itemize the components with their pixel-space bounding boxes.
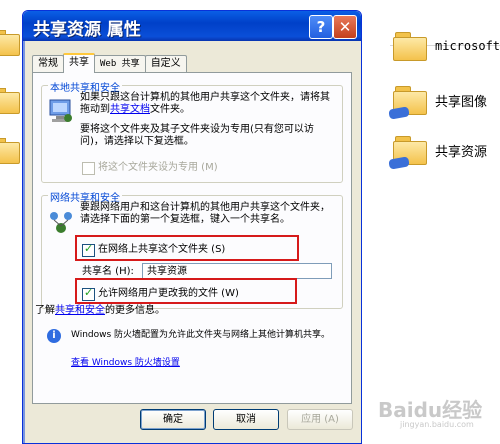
firewall-text: Windows 防火墙配置为允许此文件夹与网络上其他计算机共享。	[71, 330, 331, 340]
tab-sharing[interactable]: 共享	[63, 53, 95, 73]
share-name-input[interactable]: 共享资源	[142, 263, 332, 279]
folder-label: 共享图像	[435, 94, 488, 110]
firewall-settings-link[interactable]: 查看 Windows 防火墙设置	[71, 357, 180, 369]
tab-customize[interactable]: 自定义	[144, 55, 187, 72]
folder-item-microsoft[interactable]: microsoft	[393, 32, 500, 61]
watermark-url: jingyan.baidu.com	[400, 420, 474, 429]
ok-button[interactable]: 确定	[140, 409, 206, 430]
sharing-security-link[interactable]: 共享和安全	[55, 305, 105, 316]
properties-dialog: 共享资源 属性 ? ✕ 常规 共享 Web 共享 自定义 本地共享和安全 如果只…	[22, 10, 362, 444]
sharing-panel: 本地共享和安全 如果只跟这台计算机的其他用户共享这个文件夹，请将其拖动到共享文档…	[32, 72, 352, 404]
cancel-button[interactable]: 取消	[213, 409, 279, 430]
dialog-title: 共享资源 属性	[33, 20, 141, 40]
network-sharing-text: 要跟网络用户和这台计算机的其他用户共享这个文件夹，请选择下面的第一个复选框，键入…	[80, 202, 330, 225]
learn-more-text: 了解共享和安全的更多信息。	[35, 305, 165, 317]
private-instructions-text: 要将这个文件夹及其子文件夹设为专用(只有您可以访问)，请选择以下复选框。	[80, 124, 314, 147]
computer-users-icon	[49, 99, 72, 122]
close-button[interactable]: ✕	[333, 15, 357, 39]
text: 文件夹。	[150, 104, 190, 115]
network-users-icon	[50, 212, 72, 233]
text: 了解	[35, 305, 55, 316]
watermark: Baidu经验	[378, 398, 483, 422]
folder-label: microsoft	[435, 39, 500, 53]
local-sharing-text: 如果只跟这台计算机的其他用户共享这个文件夹，请将其拖动到共享文档文件夹。	[80, 92, 335, 116]
folder-icon[interactable]	[0, 30, 20, 56]
tab-bar: 常规 共享 Web 共享 自定义	[32, 53, 187, 73]
highlight-box	[75, 235, 299, 261]
folder-icon[interactable]	[0, 88, 20, 114]
shared-folder-icon	[388, 86, 427, 120]
shared-documents-link[interactable]: 共享文档	[110, 104, 150, 115]
help-button[interactable]: ?	[309, 15, 333, 39]
share-name-label: 共享名 (H):	[82, 266, 134, 277]
folder-item-shared-resources[interactable]: 共享资源	[388, 136, 488, 170]
tab-general[interactable]: 常规	[32, 55, 64, 72]
folder-item-shared-images[interactable]: 共享图像	[388, 86, 488, 120]
title-bar[interactable]: 共享资源 属性 ? ✕	[23, 11, 361, 41]
highlight-box	[75, 278, 297, 304]
text: 的更多信息。	[105, 305, 165, 316]
folder-icon[interactable]	[0, 138, 20, 164]
local-sharing-group: 本地共享和安全 如果只跟这台计算机的其他用户共享这个文件夹，请将其拖动到共享文档…	[41, 79, 343, 183]
make-private-checkbox[interactable]	[82, 162, 95, 175]
shared-folder-icon	[388, 136, 427, 170]
folder-icon	[393, 32, 427, 61]
make-private-label: 将这个文件夹设为专用 (M)	[98, 162, 218, 173]
info-icon: i	[47, 329, 61, 343]
apply-button[interactable]: 应用 (A)	[287, 409, 353, 430]
tab-web-sharing[interactable]: Web 共享	[94, 55, 146, 72]
folder-label: 共享资源	[435, 144, 488, 160]
